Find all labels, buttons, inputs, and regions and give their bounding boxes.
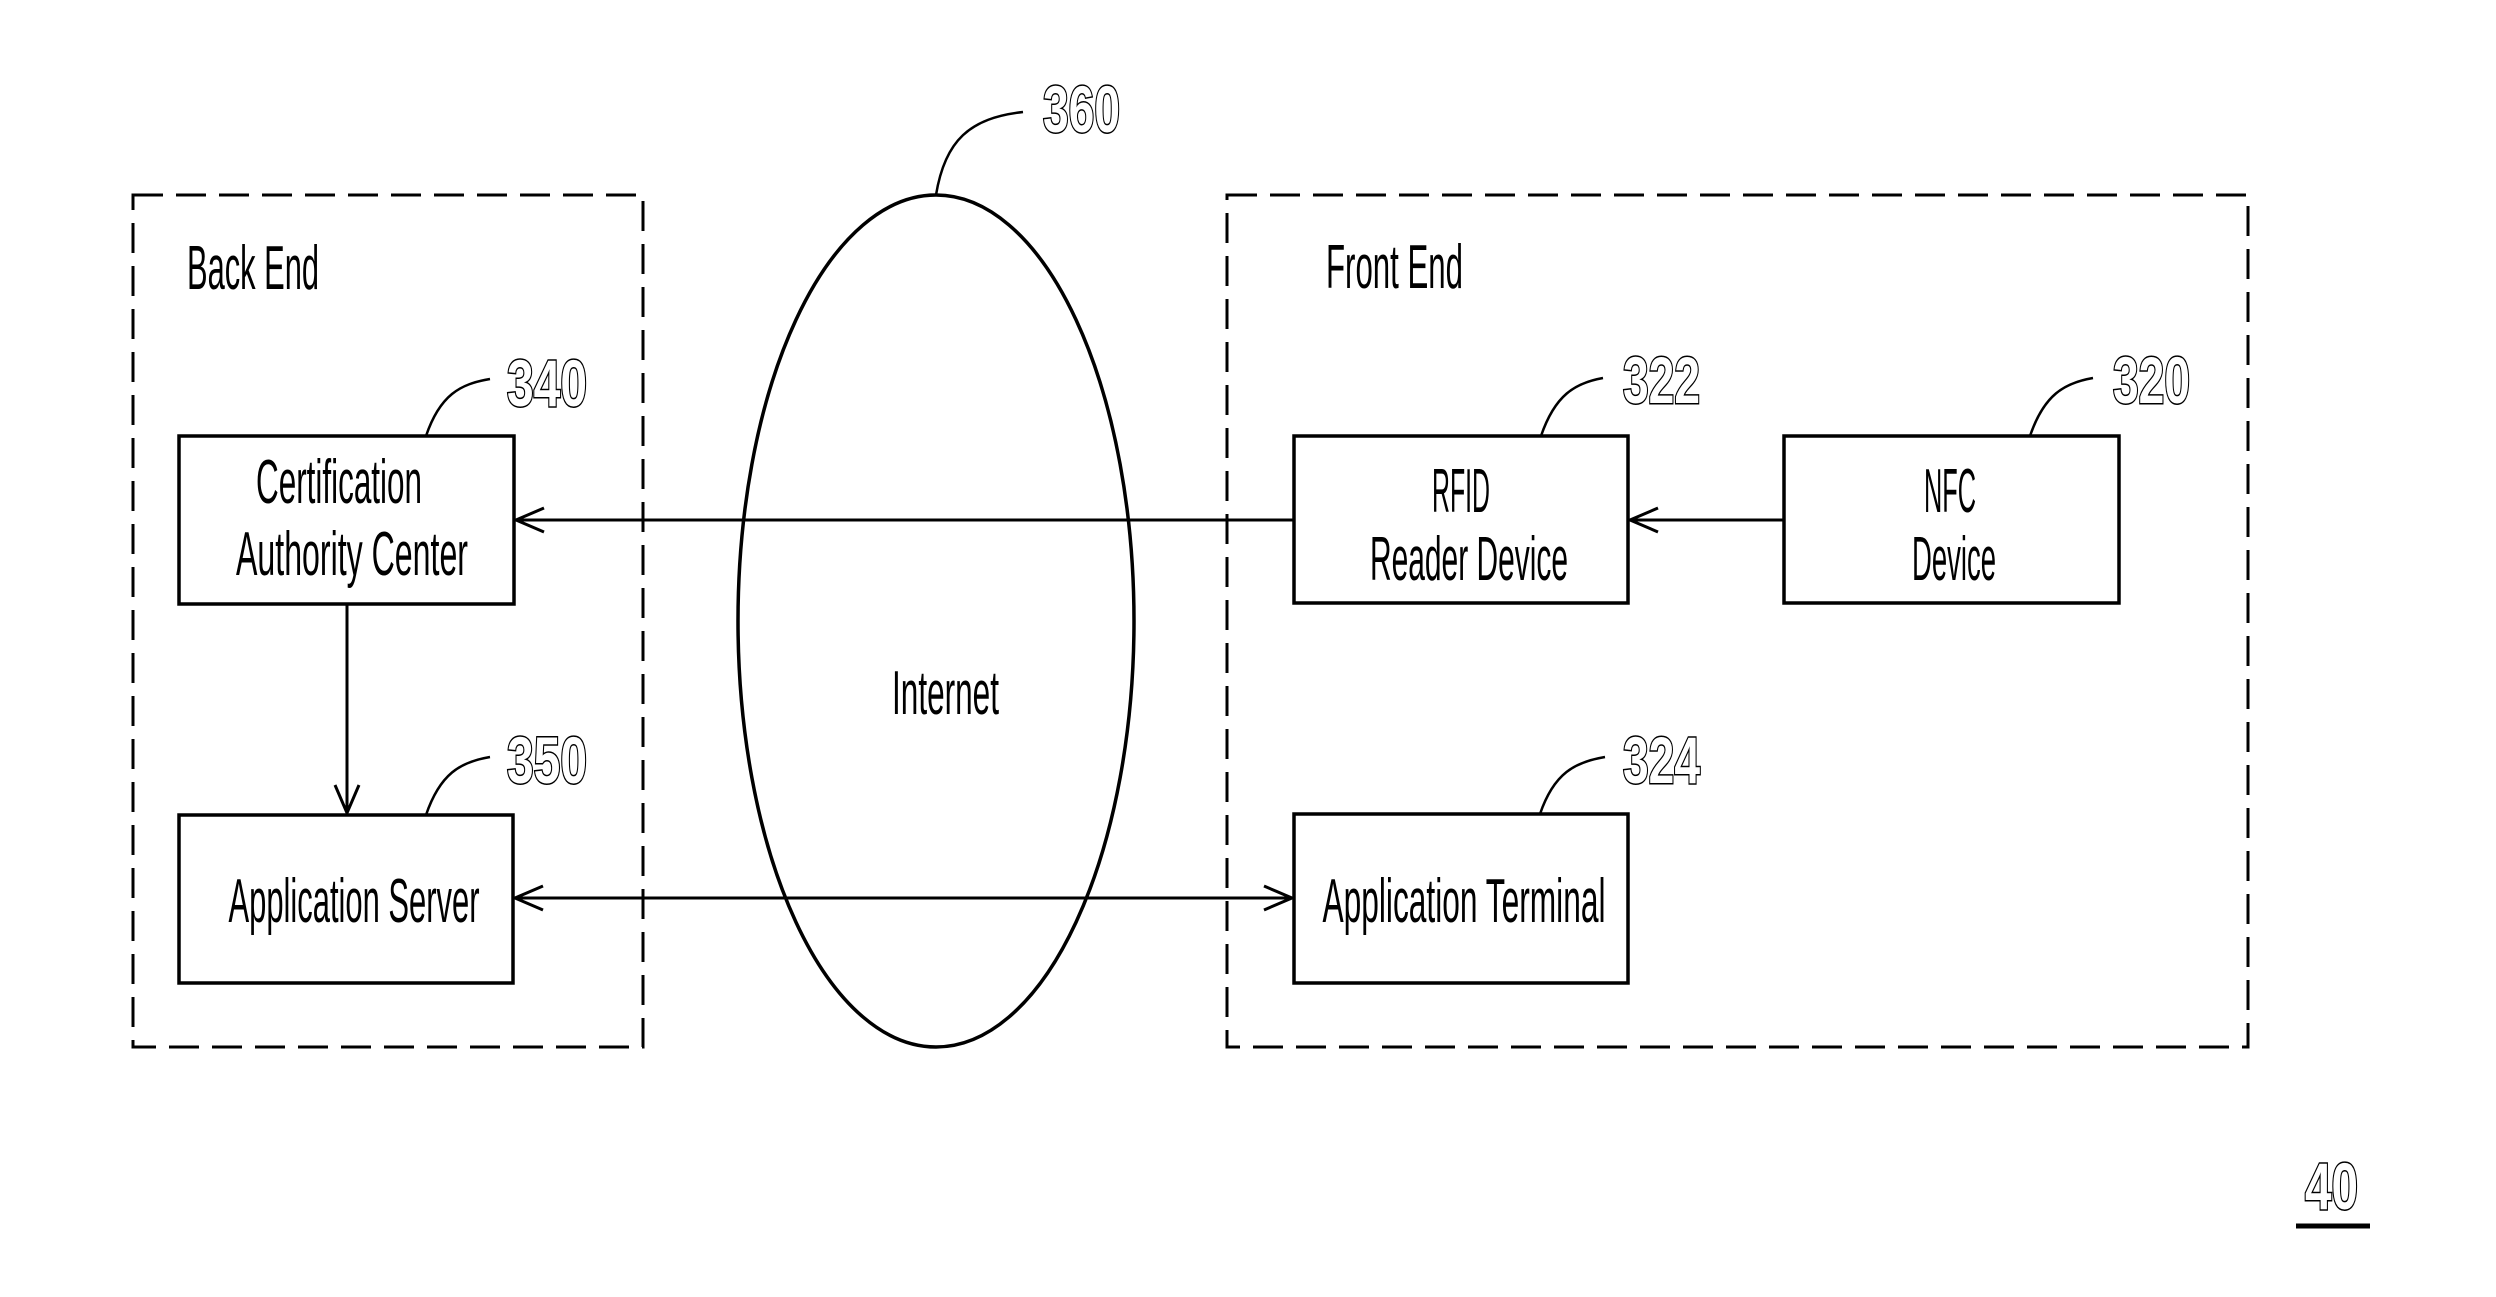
ref-leader-324 bbox=[1538, 755, 1606, 815]
ref-leader-320 bbox=[2028, 376, 2094, 437]
ref-leader-340 bbox=[424, 377, 491, 437]
ca-center-label-line2: Authority Center bbox=[236, 520, 468, 589]
ref-leader-360 bbox=[934, 110, 1024, 196]
ca-center-label-line1: Certification bbox=[256, 448, 422, 517]
front-end-label: Front End bbox=[1326, 233, 1463, 302]
back-end-label: Back End bbox=[187, 234, 319, 303]
internet-label: Internet bbox=[892, 659, 999, 728]
figure-number: 40 bbox=[2305, 1149, 2358, 1223]
node-app-server: Application Server bbox=[177, 813, 515, 985]
ref-label-324: 324 bbox=[1623, 723, 1700, 797]
ref-label-320: 320 bbox=[2113, 343, 2190, 417]
internet-cloud bbox=[736, 193, 1136, 1049]
node-rfid-reader: RFID Reader Device bbox=[1292, 434, 1630, 605]
rfid-reader-label-line1: RFID bbox=[1432, 457, 1490, 526]
nfc-device-label-line2: Device bbox=[1912, 525, 1996, 594]
app-server-label: Application Server bbox=[229, 867, 480, 936]
ref-leader-350 bbox=[424, 755, 491, 816]
system-diagram: Back End Front End Internet 360 Certific… bbox=[131, 71, 2370, 1229]
ref-label-322: 322 bbox=[1623, 343, 1700, 417]
app-terminal-label: Application Terminal bbox=[1323, 867, 1606, 936]
ref-leader-322 bbox=[1539, 376, 1604, 437]
node-app-terminal: Application Terminal bbox=[1292, 812, 1630, 985]
node-nfc-device: NFC Device bbox=[1782, 434, 2121, 605]
rfid-reader-label-line2: Reader Device bbox=[1370, 525, 1568, 594]
nfc-device-label-line1: NFC bbox=[1924, 457, 1976, 526]
ref-label-340: 340 bbox=[507, 346, 587, 420]
node-ca-center: Certification Authority Center bbox=[177, 434, 516, 606]
ref-label-350: 350 bbox=[507, 723, 587, 797]
ref-label-360: 360 bbox=[1043, 72, 1120, 146]
